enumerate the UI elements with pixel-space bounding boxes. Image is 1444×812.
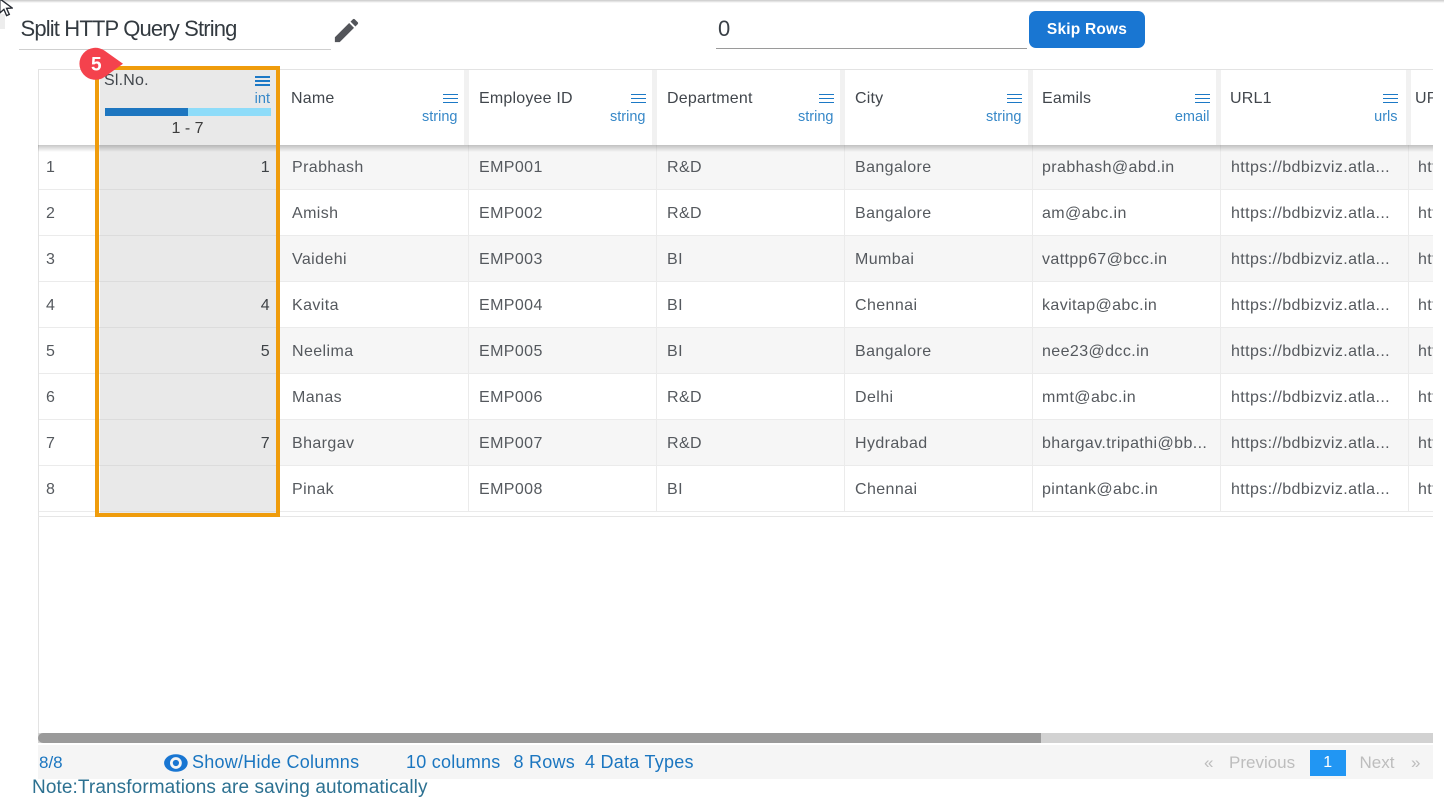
svg-text:5: 5 xyxy=(91,54,102,75)
